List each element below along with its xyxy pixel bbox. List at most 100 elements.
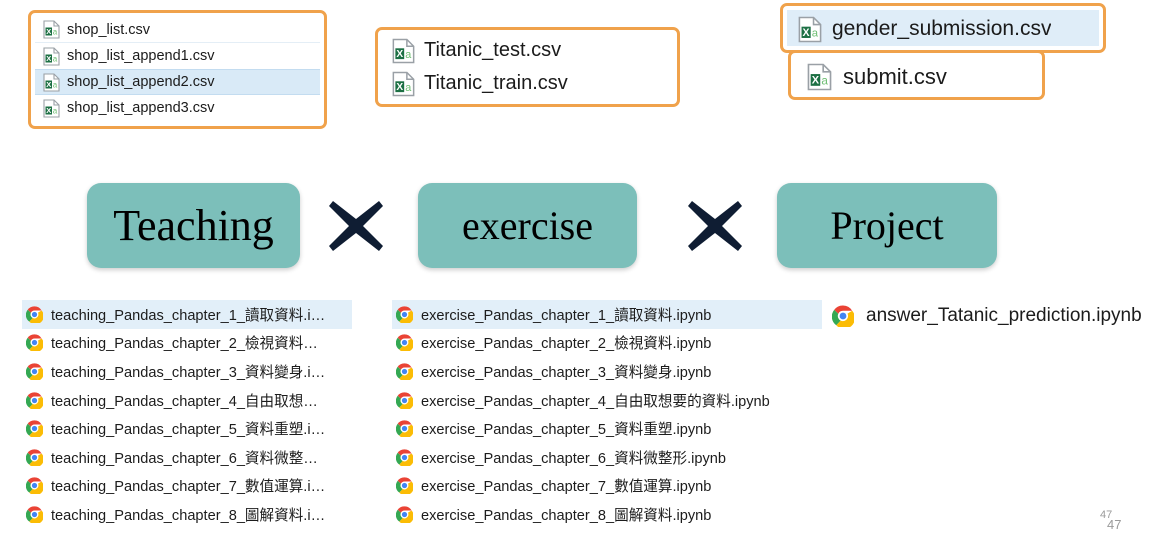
svg-text:a: a bbox=[53, 80, 58, 89]
notebook-file-name: exercise_Pandas_chapter_7_數值運算.ipynb bbox=[421, 479, 712, 496]
excel-csv-icon: X a bbox=[43, 72, 60, 92]
file-row[interactable]: X a Titanic_train.csv bbox=[382, 67, 673, 100]
list-item[interactable]: teaching_Pandas_chapter_4_自由取想… bbox=[22, 386, 352, 415]
notebook-file-name: exercise_Pandas_chapter_3_資料變身.ipynb bbox=[421, 364, 712, 381]
category-label: exercise bbox=[461, 202, 593, 248]
file-row-selected[interactable]: X a shop_list_append2.csv bbox=[35, 69, 320, 95]
chrome-icon bbox=[396, 306, 413, 323]
excel-csv-icon: X a bbox=[43, 46, 60, 66]
file-panel-titanic-inner: X a Titanic_test.csv X a Titanic_train.c… bbox=[382, 34, 673, 100]
file-name: Titanic_test.csv bbox=[424, 39, 562, 61]
chrome-icon bbox=[26, 363, 43, 380]
svg-text:X: X bbox=[396, 49, 403, 60]
notebook-file-name: exercise_Pandas_chapter_6_資料微整形.ipynb bbox=[421, 450, 727, 467]
list-item[interactable]: teaching_Pandas_chapter_1_讀取資料.i… bbox=[22, 300, 352, 329]
chrome-icon bbox=[396, 391, 413, 409]
notebook-file-name: teaching_Pandas_chapter_1_讀取資料.i… bbox=[51, 307, 326, 324]
list-item[interactable]: teaching_Pandas_chapter_7_數值運算.i… bbox=[22, 472, 352, 501]
file-panel-shop-list-inner: X a shop_list.csv X a shop_list_append1.… bbox=[35, 17, 320, 122]
file-panel-gender-submission[interactable]: X a gender_submission.csv bbox=[780, 3, 1106, 53]
category-label: Project bbox=[830, 202, 944, 248]
notebook-file-name: teaching_Pandas_chapter_2_檢視資料… bbox=[51, 336, 318, 353]
file-name: submit.csv bbox=[843, 64, 947, 89]
excel-csv-icon: X a bbox=[43, 98, 60, 118]
svg-text:X: X bbox=[46, 54, 51, 63]
notebook-file-name: teaching_Pandas_chapter_5_資料重塑.i… bbox=[51, 422, 326, 439]
file-row[interactable]: X a shop_list.csv bbox=[35, 17, 320, 43]
list-item[interactable]: exercise_Pandas_chapter_3_資料變身.ipynb bbox=[392, 357, 822, 386]
chrome-icon bbox=[26, 449, 43, 466]
notebook-file-name: answer_Tatanic_prediction.ipynb bbox=[866, 305, 1142, 326]
list-item[interactable]: teaching_Pandas_chapter_3_資料變身.i… bbox=[22, 357, 352, 386]
list-item[interactable]: teaching_Pandas_chapter_5_資料重塑.i… bbox=[22, 414, 352, 443]
svg-text:X: X bbox=[803, 26, 810, 38]
list-item[interactable]: teaching_Pandas_chapter_8_圖解資料.i… bbox=[22, 500, 352, 529]
svg-text:a: a bbox=[405, 48, 412, 60]
notebook-file-name: exercise_Pandas_chapter_4_自由取想要的資料.ipynb bbox=[421, 393, 770, 410]
svg-text:a: a bbox=[53, 28, 58, 37]
category-box-teaching[interactable]: Teaching bbox=[87, 183, 300, 268]
notebook-file-name: teaching_Pandas_chapter_6_資料微整… bbox=[51, 450, 318, 467]
notebook-file-name: teaching_Pandas_chapter_7_數值運算.i… bbox=[51, 479, 326, 496]
notebook-file-name: exercise_Pandas_chapter_5_資料重塑.ipynb bbox=[421, 422, 712, 439]
excel-csv-icon: X a bbox=[392, 71, 415, 97]
chrome-icon bbox=[26, 420, 43, 438]
file-name: shop_list_append2.csv bbox=[67, 74, 215, 90]
svg-text:X: X bbox=[46, 80, 51, 89]
file-name: shop_list_append3.csv bbox=[67, 100, 215, 116]
svg-text:a: a bbox=[53, 54, 58, 63]
notebook-file-name: exercise_Pandas_chapter_1_讀取資料.ipynb bbox=[421, 307, 712, 324]
svg-text:a: a bbox=[53, 106, 58, 115]
chrome-icon bbox=[26, 306, 43, 323]
multiply-cross-icon bbox=[684, 197, 746, 255]
svg-text:X: X bbox=[46, 27, 51, 36]
list-item[interactable]: teaching_Pandas_chapter_2_檢視資料… bbox=[22, 329, 352, 358]
chrome-icon bbox=[26, 391, 43, 409]
chrome-icon bbox=[396, 506, 413, 523]
chrome-icon bbox=[26, 334, 43, 352]
file-panel-titanic[interactable]: X a Titanic_test.csv X a Titanic_train.c… bbox=[375, 27, 680, 107]
list-item[interactable]: teaching_Pandas_chapter_6_資料微整… bbox=[22, 443, 352, 472]
svg-text:a: a bbox=[812, 27, 819, 39]
file-row[interactable]: X a shop_list_append1.csv bbox=[35, 43, 320, 69]
notebook-list-exercise: exercise_Pandas_chapter_1_讀取資料.ipynb exe… bbox=[392, 300, 822, 529]
multiply-cross-icon bbox=[325, 197, 387, 255]
excel-csv-icon: X a bbox=[392, 38, 415, 64]
notebook-list-teaching: teaching_Pandas_chapter_1_讀取資料.i… teachi… bbox=[22, 300, 352, 529]
notebook-file-name: teaching_Pandas_chapter_4_自由取想… bbox=[51, 393, 318, 410]
page-number-large: 47 bbox=[1107, 517, 1122, 532]
list-item[interactable]: answer_Tatanic_prediction.ipynb bbox=[828, 299, 1148, 333]
list-item[interactable]: exercise_Pandas_chapter_5_資料重塑.ipynb bbox=[392, 414, 822, 443]
category-box-project[interactable]: Project bbox=[777, 183, 997, 268]
notebook-file-name: exercise_Pandas_chapter_2_檢視資料.ipynb bbox=[421, 336, 712, 353]
chrome-icon bbox=[396, 449, 413, 466]
list-item[interactable]: exercise_Pandas_chapter_6_資料微整形.ipynb bbox=[392, 443, 822, 472]
notebook-file-name: teaching_Pandas_chapter_8_圖解資料.i… bbox=[51, 507, 326, 524]
chrome-icon bbox=[396, 420, 413, 438]
excel-csv-icon: X a bbox=[807, 63, 832, 91]
chrome-icon bbox=[396, 477, 413, 495]
file-name: Titanic_train.csv bbox=[424, 72, 568, 94]
list-item[interactable]: exercise_Pandas_chapter_7_數值運算.ipynb bbox=[392, 472, 822, 501]
file-row[interactable]: X a submit.csv bbox=[795, 57, 1038, 93]
list-item[interactable]: exercise_Pandas_chapter_8_圖解資料.ipynb bbox=[392, 500, 822, 529]
file-row[interactable]: X a Titanic_test.csv bbox=[382, 34, 673, 67]
chrome-icon bbox=[396, 363, 413, 380]
svg-text:X: X bbox=[396, 82, 403, 93]
excel-csv-icon: X a bbox=[43, 20, 60, 39]
notebook-file-name: exercise_Pandas_chapter_8_圖解資料.ipynb bbox=[421, 507, 712, 524]
file-name: shop_list.csv bbox=[67, 21, 151, 38]
notebook-file-name: teaching_Pandas_chapter_3_資料變身.i… bbox=[51, 364, 326, 381]
file-panel-shop-list[interactable]: X a shop_list.csv X a shop_list_append1.… bbox=[28, 10, 327, 129]
list-item[interactable]: exercise_Pandas_chapter_2_檢視資料.ipynb bbox=[392, 329, 822, 358]
excel-csv-icon: X a bbox=[798, 16, 822, 43]
category-box-exercise[interactable]: exercise bbox=[418, 183, 637, 268]
file-row[interactable]: X a shop_list_append3.csv bbox=[35, 95, 320, 121]
notebook-list-answer: answer_Tatanic_prediction.ipynb bbox=[828, 299, 1148, 333]
chrome-icon bbox=[26, 506, 43, 523]
list-item[interactable]: exercise_Pandas_chapter_1_讀取資料.ipynb bbox=[392, 300, 822, 329]
file-name: shop_list_append1.csv bbox=[67, 48, 215, 64]
file-row-selected[interactable]: X a gender_submission.csv bbox=[787, 10, 1099, 46]
file-panel-submit[interactable]: X a submit.csv bbox=[788, 50, 1045, 100]
list-item[interactable]: exercise_Pandas_chapter_4_自由取想要的資料.ipynb bbox=[392, 386, 822, 415]
